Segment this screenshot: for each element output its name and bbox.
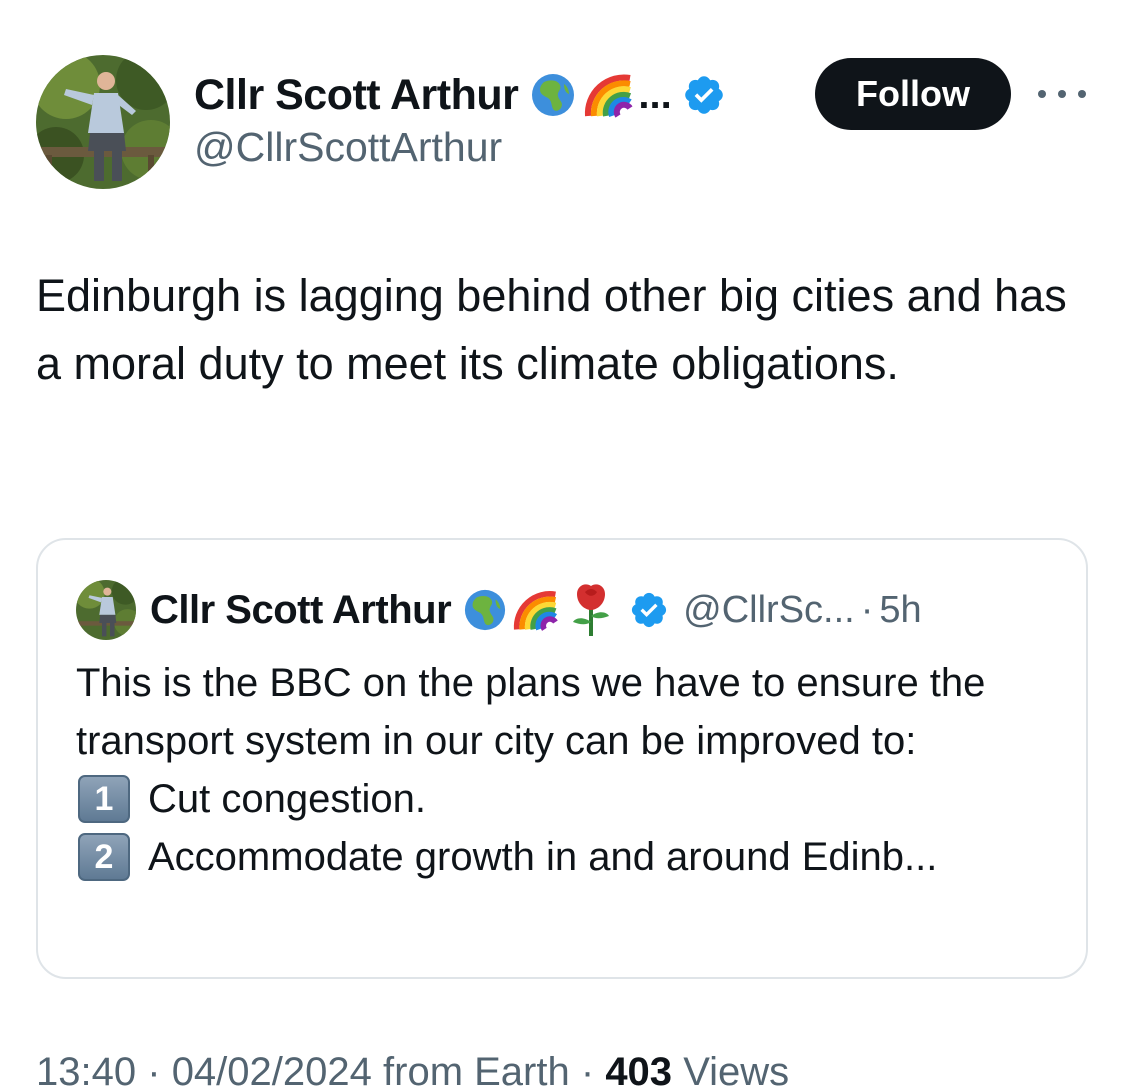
dot — [1058, 90, 1066, 98]
separator-dot: · — [860, 588, 874, 631]
quoted-tweet-header: Cllr Scott Arthur @CllrSc... · 5h — [76, 576, 922, 644]
quoted-author-avatar[interactable] — [76, 580, 136, 640]
quoted-author-handle[interactable]: @CllrSc... — [683, 589, 855, 632]
author-handle[interactable]: @CllrScottArthur — [194, 124, 502, 171]
verified-badge-icon[interactable] — [682, 73, 726, 117]
author-name-row[interactable]: Cllr Scott Arthur ... — [194, 66, 726, 124]
dot — [1038, 90, 1046, 98]
avatar-photo — [36, 55, 170, 189]
views-count[interactable]: 403 — [605, 1050, 672, 1086]
keycap-one-emoji: 1 — [78, 775, 130, 823]
list-item-text: Accommodate growth in and around Edinb..… — [148, 835, 938, 879]
tweet-detail: Cllr Scott Arthur ... @CllrScottArthur F… — [0, 0, 1125, 1086]
author-display-name[interactable]: Cllr Scott Arthur — [194, 71, 519, 120]
dot — [1078, 90, 1086, 98]
tweet-date[interactable]: 04/02/2024 — [172, 1050, 372, 1086]
globe-africa-emoji — [532, 74, 575, 116]
list-item: 1 Cut congestion. — [76, 770, 1076, 828]
list-item: 2 Accommodate growth in and around Edinb… — [76, 828, 1076, 886]
quoted-author-name[interactable]: Cllr Scott Arthur — [150, 588, 452, 633]
avatar-photo — [76, 580, 136, 640]
tweet-meta: 13:40 · 04/02/2024 from Earth · 403 View… — [36, 1050, 789, 1086]
quoted-tweet-card[interactable]: Cllr Scott Arthur @CllrSc... · 5h This i… — [36, 538, 1088, 979]
tweet-source: from Earth — [383, 1050, 570, 1086]
views-label: Views — [683, 1050, 790, 1086]
name-truncation: ... — [638, 72, 672, 117]
keycap-two-emoji: 2 — [78, 833, 130, 881]
quoted-tweet-text: This is the BBC on the plans we have to … — [76, 654, 1076, 886]
quoted-tweet-time[interactable]: 5h — [879, 589, 921, 632]
globe-africa-emoji — [465, 589, 506, 631]
tweet-text: Edinburgh is lagging behind other big ci… — [36, 270, 1067, 389]
separator-dot: · — [147, 1050, 161, 1086]
separator-dot: · — [580, 1050, 595, 1086]
quoted-tweet-intro: This is the BBC on the plans we have to … — [76, 661, 986, 763]
author-avatar[interactable] — [36, 55, 170, 189]
rainbow-emoji — [514, 591, 558, 631]
list-item-text: Cut congestion. — [148, 777, 426, 821]
more-options-icon[interactable] — [1038, 80, 1086, 108]
rainbow-emoji — [585, 74, 633, 118]
follow-button[interactable]: Follow — [815, 58, 1011, 130]
tweet-time[interactable]: 13:40 — [36, 1050, 136, 1086]
verified-badge-icon[interactable] — [629, 590, 669, 630]
rose-emoji — [573, 584, 610, 636]
